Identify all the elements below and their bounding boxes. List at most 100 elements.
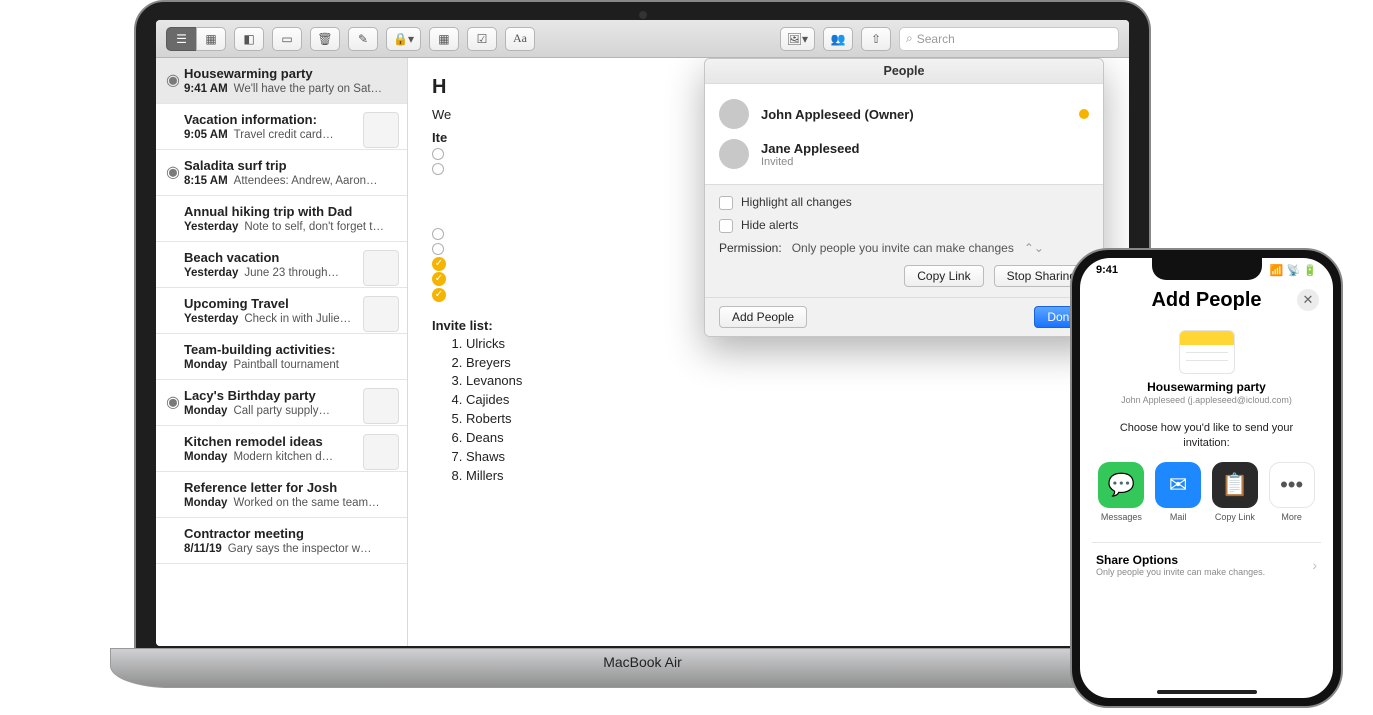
invitee-item: Deans (466, 429, 1105, 448)
chevron-right-icon: › (1312, 557, 1317, 573)
avatar (719, 99, 749, 129)
invitee-item: Levanons (466, 372, 1105, 391)
permission-select[interactable]: Permission: Only people you invite can m… (719, 241, 1089, 255)
person-status: Invited (761, 156, 860, 168)
note-item-title: Contractor meeting (184, 526, 397, 541)
macbook-mockup: ☰ ▦ ◧ ▭ 🗑 ✎ 🔒▾ ▦ ☑ Aa 🖼▾ 👥 ⇧ ⌕ Search (110, 0, 1175, 700)
macbook-label: MacBook Air (110, 648, 1175, 688)
iphone-notch (1152, 258, 1262, 280)
people-list: John Appleseed (Owner) Jane AppleseedInvi… (705, 84, 1103, 184)
view-gallery-button[interactable]: ▦ (196, 27, 226, 51)
status-dot-icon (1079, 109, 1089, 119)
note-list-item[interactable]: Kitchen remodel ideasMondayModern kitche… (156, 426, 407, 472)
search-icon: ⌕ (906, 31, 913, 46)
search-input[interactable]: ⌕ Search (899, 27, 1119, 51)
person-row[interactable]: Jane AppleseedInvited (719, 134, 1089, 174)
note-item-title: Annual hiking trip with Dad (184, 204, 397, 219)
add-people-button[interactable]: Add People (719, 306, 807, 328)
lock-button[interactable]: 🔒▾ (386, 27, 421, 51)
shared-icon: ◉ (166, 392, 176, 402)
note-thumbnail (363, 434, 399, 470)
share-via-mail[interactable]: ✉Mail (1155, 462, 1202, 522)
share-copy-link[interactable]: 📋Copy Link (1212, 462, 1259, 522)
invite-list: UlricksBreyersLevanonsCajidesRobertsDean… (466, 335, 1105, 486)
person-name: John Appleseed (Owner) (761, 107, 914, 122)
iphone-mockup: 9:41 📶 📡 🔋 Add People ✕ Housewarming par… (1070, 248, 1343, 708)
media-button[interactable]: 🖼▾ (780, 27, 815, 51)
checkmark-icon: ✓ (432, 288, 446, 302)
messages-icon: 💬 (1098, 462, 1144, 508)
person-name: Jane Appleseed (761, 141, 860, 156)
attachments-icon: ▭ (281, 32, 292, 46)
permission-label: Permission: (719, 241, 782, 255)
camera-icon (639, 11, 647, 19)
avatar (719, 139, 749, 169)
note-list-item[interactable]: ◉Housewarming party9:41 AMWe'll have the… (156, 58, 407, 104)
highlight-changes-checkbox[interactable]: Highlight all changes (719, 195, 1089, 210)
share-more[interactable]: •••More (1268, 462, 1315, 522)
delete-button[interactable]: 🗑 (310, 27, 340, 51)
note-item-title: Housewarming party (184, 66, 397, 81)
sidebar-toggle-button[interactable]: ◧ (234, 27, 264, 51)
note-list-item[interactable]: Annual hiking trip with Dad YesterdayNote… (156, 196, 407, 242)
note-list-item[interactable]: Team-building activities:MondayPaintball… (156, 334, 407, 380)
note-item-subtitle: MondayWorked on the same team… (184, 497, 397, 509)
share-icon: ⇧ (871, 32, 881, 46)
note-list-item[interactable]: Reference letter for Josh MondayWorked on… (156, 472, 407, 518)
note-icon (1179, 330, 1235, 374)
table-button[interactable]: ▦ (429, 27, 459, 51)
note-thumbnail (363, 112, 399, 148)
share-options-subtitle: Only people you invite can make changes. (1096, 567, 1317, 577)
note-item-subtitle: 8/11/19Gary says the inspector w… (184, 543, 397, 555)
invitee-item: Shaws (466, 448, 1105, 467)
collaborate-button[interactable]: 👥 (823, 27, 853, 51)
attachments-button[interactable]: ▭ (272, 27, 302, 51)
compose-icon: ✎ (358, 32, 368, 46)
note-list-item[interactable]: Contractor meeting 8/11/19Gary says the i… (156, 518, 407, 564)
invitee-item: Ulricks (466, 335, 1105, 354)
add-people-icon: 👥 (831, 32, 846, 46)
note-list-item[interactable]: Vacation information:9:05 AMTravel credi… (156, 104, 407, 150)
new-note-button[interactable]: ✎ (348, 27, 378, 51)
share-popover: People John Appleseed (Owner)Jane Apples… (704, 58, 1104, 337)
sheet-title: Add People (1151, 289, 1261, 312)
note-item-title: Reference letter for Josh (184, 480, 397, 495)
share-button[interactable]: ⇧ (861, 27, 891, 51)
note-editor[interactable]: H We Ite ✓ ✓ ✓ Invite list: UlricksBreye (408, 58, 1129, 646)
note-list-item[interactable]: Beach vacationYesterdayJune 23 through… (156, 242, 407, 288)
note-thumbnail (363, 296, 399, 332)
share-via-messages[interactable]: 💬Messages (1098, 462, 1145, 522)
checklist-icon: ☑ (477, 32, 488, 46)
format-button[interactable]: Aa (505, 27, 535, 51)
home-indicator[interactable] (1157, 690, 1257, 694)
invitee-item: Cajides (466, 391, 1105, 410)
table-icon: ▦ (438, 32, 449, 46)
checkmark-icon: ✓ (432, 257, 446, 271)
mail-icon: ✉ (1155, 462, 1201, 508)
invitation-prompt: Choose how you'd like to send your invit… (1098, 421, 1315, 452)
invitee-item: Millers (466, 467, 1105, 486)
note-item-subtitle: 8:15 AMAttendees: Andrew, Aaron… (184, 175, 397, 187)
photo-icon: 🖼▾ (787, 32, 808, 46)
permission-value: Only people you invite can make changes (792, 241, 1014, 255)
person-row[interactable]: John Appleseed (Owner) (719, 94, 1089, 134)
note-thumbnail (363, 250, 399, 286)
note-list-item[interactable]: ◉Lacy's Birthday partyMondayCall party s… (156, 380, 407, 426)
copy-link-button[interactable]: Copy Link (904, 265, 983, 287)
view-list-button[interactable]: ☰ (166, 27, 196, 51)
trash-icon: 🗑 (317, 32, 332, 46)
shared-note-title: Housewarming party (1098, 380, 1315, 394)
checkmark-icon: ✓ (432, 272, 446, 286)
checklist-button[interactable]: ☑ (467, 27, 497, 51)
note-list-item[interactable]: ◉Saladita surf trip8:15 AMAttendees: And… (156, 150, 407, 196)
share-options-row[interactable]: Share Options Only people you invite can… (1092, 542, 1321, 587)
note-list-item[interactable]: Upcoming TravelYesterdayCheck in with Ju… (156, 288, 407, 334)
note-item-subtitle: YesterdayNote to self, don't forget t… (184, 221, 397, 233)
close-button[interactable]: ✕ (1297, 289, 1319, 311)
notes-list[interactable]: ◉Housewarming party9:41 AMWe'll have the… (156, 58, 408, 646)
list-icon: ☰ (176, 32, 187, 46)
hide-alerts-checkbox[interactable]: Hide alerts (719, 218, 1089, 233)
copy-link-icon: 📋 (1212, 462, 1258, 508)
invitee-item: Roberts (466, 410, 1105, 429)
toolbar: ☰ ▦ ◧ ▭ 🗑 ✎ 🔒▾ ▦ ☑ Aa 🖼▾ 👥 ⇧ ⌕ Search (156, 20, 1129, 58)
